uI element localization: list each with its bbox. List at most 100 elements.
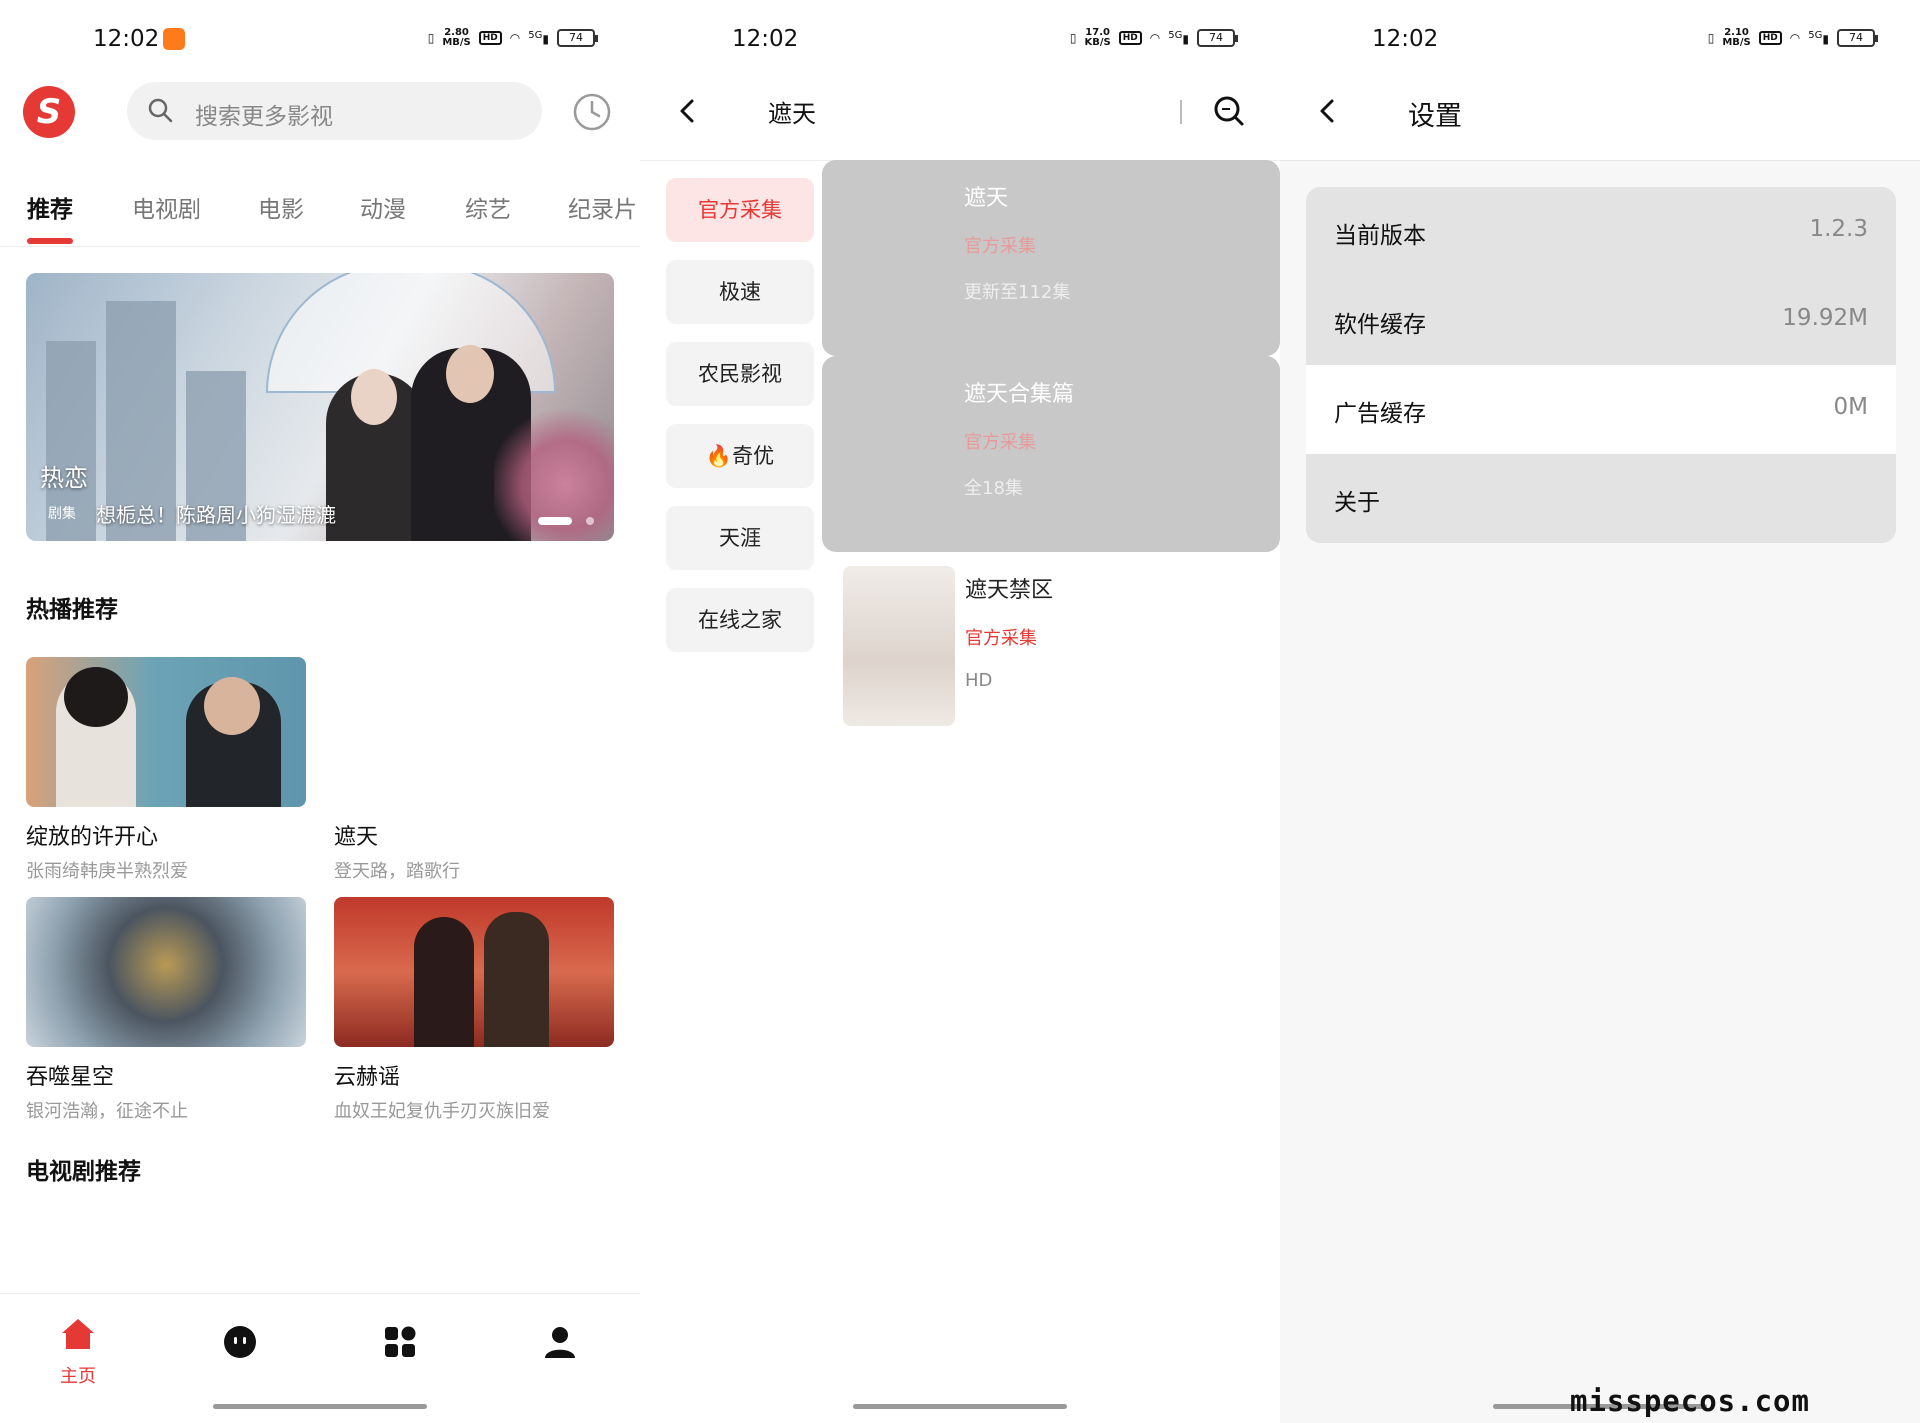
back-arrow-icon[interactable] [1314,98,1340,124]
status-system-icons: ▯ 2.80 MB/S HD ◠ 5G▮ 74 [427,28,598,48]
back-arrow-icon[interactable] [674,98,700,124]
tab-discover[interactable] [200,1322,280,1366]
battery-icon: 74 [1837,29,1878,47]
app-logo[interactable]: S [23,86,75,138]
settings-list: 当前版本 1.2.3 软件缓存 19.92M 广告缓存 0M 关于 [1306,187,1896,543]
settings-label: 广告缓存 [1334,401,1426,427]
video-title: 绽放的许开心 [26,825,159,850]
source-item[interactable]: 在线之家 [666,588,814,652]
tab-documentary[interactable]: 纪录片 [568,190,637,224]
signal-icon: 5G▮ [1808,30,1829,46]
video-card[interactable]: 吞噬星空 银河浩瀚，征途不止 [26,897,306,1123]
network-speed: 2.10 MB/S [1722,27,1751,48]
user-icon [545,1327,575,1358]
video-card[interactable]: 云赫谣 血奴王妃复仇手刃灭族旧爱 [334,897,614,1123]
status-time: 12:02 [1372,26,1439,52]
tab-anime[interactable]: 动漫 [360,190,406,224]
video-subtitle: 银河浩瀚，征途不止 [26,1101,188,1122]
tab-profile[interactable] [520,1322,600,1366]
gesture-bar [213,1404,427,1409]
result-name: 遮天合集篇 [964,382,1075,407]
home-icon [62,1319,94,1349]
wifi-icon: ◠ [1149,31,1161,45]
video-title: 吞噬星空 [26,1065,115,1090]
video-card[interactable]: 遮天 登天路，踏歌行 [334,657,614,883]
vibrate-icon: ▯ [427,31,435,45]
carousel-dot [586,517,594,525]
video-subtitle: 登天路，踏歌行 [334,861,460,882]
source-item[interactable]: 农民影视 [666,342,814,406]
mascot-icon [224,1326,256,1358]
result-status: HD [965,670,993,691]
wifi-icon: ◠ [509,31,521,45]
settings-label: 软件缓存 [1334,312,1426,338]
tab-movie[interactable]: 电影 [258,190,304,224]
carousel-dot-active [538,517,572,525]
watermark: misspecos.com [1570,1384,1810,1418]
banner-face [351,369,397,425]
network-speed: 17.0 KB/S [1084,27,1111,48]
settings-value: 0M [1833,394,1868,420]
result-item[interactable]: 遮天 官方采集 更新至112集 [822,160,1280,356]
battery-icon: 74 [557,29,598,47]
settings-row-ad-cache[interactable]: 广告缓存 0M [1306,365,1896,454]
tab-recommend[interactable]: 推荐 [27,190,73,224]
video-card[interactable]: 绽放的许开心 张雨绮韩庚半熟烈爱 [26,657,306,883]
video-title: 云赫谣 [334,1065,401,1090]
tab-tv[interactable]: 电视剧 [132,190,201,224]
signal-icon: 5G▮ [1168,30,1189,46]
signal-icon: 5G▮ [528,30,549,46]
tab-variety[interactable]: 综艺 [465,190,511,224]
banner-desc: 想栀总！陈路周小狗湿漉漉 [96,503,336,527]
search-icon[interactable] [1212,94,1246,128]
video-poster [334,897,614,1047]
tab-category[interactable] [360,1322,440,1366]
category-tabs: 推荐 电视剧 电影 动漫 综艺 纪录片 [0,190,640,230]
hd-badge: HD [478,31,502,45]
settings-value: 19.92M [1782,305,1868,331]
result-source: 官方采集 [964,236,1036,257]
settings-label: 关于 [1334,490,1380,516]
video-title: 遮天 [334,825,379,850]
settings-row-app-cache[interactable]: 软件缓存 19.92M [1306,276,1896,365]
source-item[interactable]: 官方采集 [666,178,814,242]
result-poster [843,566,955,726]
poster-figure [484,912,549,1047]
search-results-screen: 12:02 ▯ 17.0 KB/S HD ◠ 5G▮ 74 遮天 官方采集 极速 … [640,0,1280,1423]
source-item[interactable]: 🔥奇优 [666,424,814,488]
search-bar[interactable]: 搜索更多影视 [127,82,542,140]
hero-banner[interactable]: 热恋 剧集 想栀总！陈路周小狗湿漉漉 [26,273,614,541]
hd-badge: HD [1118,31,1142,45]
status-bar: 12:02 ▯ 2.80 MB/S HD ◠ 5G▮ 74 [0,22,640,58]
status-time: 12:02 [93,26,160,52]
settings-row-about[interactable]: 关于 [1306,454,1896,543]
source-list: 官方采集 极速 农民影视 🔥奇优 天涯 在线之家 [666,178,814,670]
search-query[interactable]: 遮天 [768,94,816,129]
search-placeholder: 搜索更多影视 [195,104,333,130]
result-item[interactable]: 遮天禁区 官方采集 HD [823,552,1280,748]
section-title-tv: 电视剧推荐 [26,1159,141,1185]
banner-face [446,345,494,403]
tab-home[interactable]: 主页 [38,1314,118,1388]
vibrate-icon: ▯ [1707,31,1715,45]
history-clock-icon[interactable] [572,92,612,132]
poster-hair [64,667,128,727]
source-item[interactable]: 天涯 [666,506,814,570]
settings-header: 设置 [1280,86,1920,136]
home-screen: 12:02 ▯ 2.80 MB/S HD ◠ 5G▮ 74 S 搜索更多影视 推荐… [0,0,640,1423]
status-system-icons: ▯ 17.0 KB/S HD ◠ 5G▮ 74 [1070,27,1238,48]
settings-label: 当前版本 [1334,223,1426,249]
result-item[interactable]: 遮天合集篇 官方采集 全18集 [822,356,1280,552]
result-name: 遮天 [964,186,1009,211]
status-system-icons: ▯ 2.10 MB/S HD ◠ 5G▮ 74 [1707,27,1878,48]
banner-title: 热恋 [40,464,88,492]
settings-screen: 12:02 ▯ 2.10 MB/S HD ◠ 5G▮ 74 设置 当前版本 1.2… [1280,0,1920,1423]
settings-row-version[interactable]: 当前版本 1.2.3 [1306,187,1896,276]
divider [0,246,640,247]
result-list: 遮天 官方采集 更新至112集 遮天合集篇 官方采集 全18集 遮天禁区 官方采… [822,160,1280,748]
tab-indicator [27,238,73,244]
hd-badge: HD [1758,31,1782,45]
source-item[interactable]: 极速 [666,260,814,324]
video-poster [26,897,306,1047]
input-cursor [1180,100,1182,124]
